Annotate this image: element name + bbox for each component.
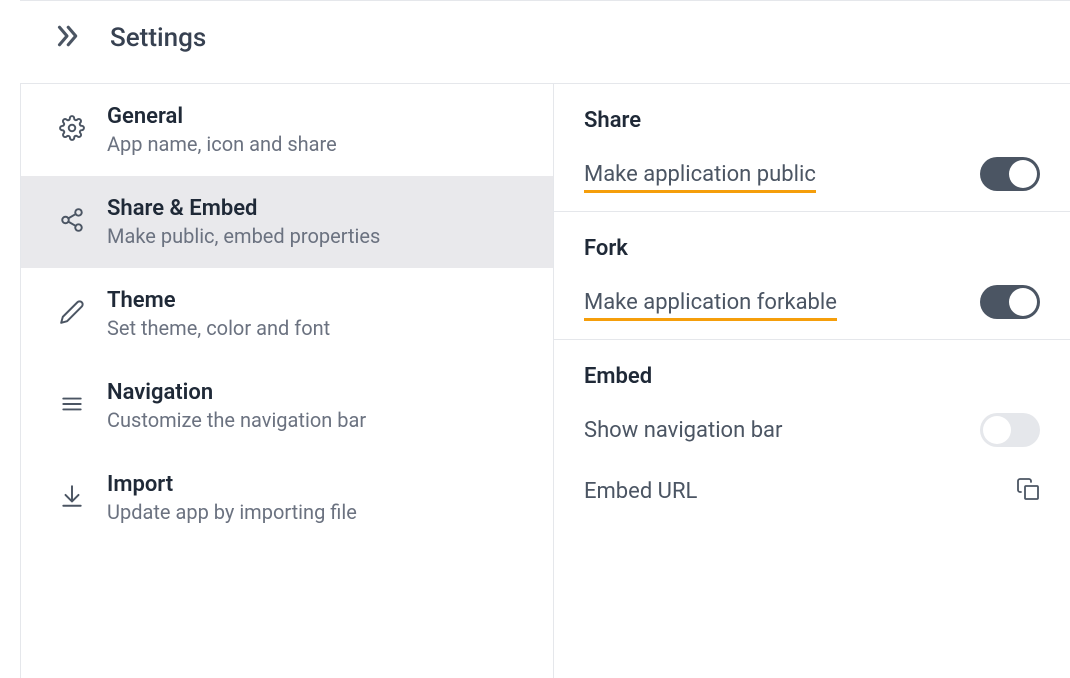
share-section: Share Make application public [554,84,1070,212]
make-forkable-label: Make application forkable [584,290,837,315]
embed-url-label: Embed URL [584,479,697,504]
sidebar-item-desc: Update app by importing file [107,500,357,524]
embed-section: Embed Show navigation bar Embed URL [554,340,1070,525]
collapse-icon[interactable] [52,21,82,55]
pencil-icon [59,299,85,329]
fork-section: Fork Make application forkable [554,212,1070,340]
sidebar-item-general[interactable]: General App name, icon and share [21,84,553,176]
embed-title: Embed [584,364,1040,389]
make-public-toggle[interactable] [980,157,1040,191]
sidebar-item-navigation[interactable]: Navigation Customize the navigation bar [21,360,553,452]
make-public-label: Make application public [584,162,816,187]
sidebar-item-label: Import [107,472,357,497]
sidebar-item-desc: Make public, embed properties [107,224,380,248]
sidebar-item-desc: Set theme, color and font [107,316,330,340]
show-nav-label: Show navigation bar [584,418,782,443]
gear-icon [59,115,85,145]
sidebar-item-label: Share & Embed [107,196,380,221]
sidebar-item-import[interactable]: Import Update app by importing file [21,452,553,544]
settings-detail: Share Make application public Fork Make … [554,84,1070,678]
show-nav-toggle[interactable] [980,413,1040,447]
sidebar-item-desc: App name, icon and share [107,132,337,156]
sidebar-item-theme[interactable]: Theme Set theme, color and font [21,268,553,360]
sidebar-item-desc: Customize the navigation bar [107,408,366,432]
settings-sidebar: General App name, icon and share Sha [21,84,554,678]
make-forkable-toggle[interactable] [980,285,1040,319]
download-icon [59,483,85,513]
share-icon [59,207,85,237]
settings-header: Settings [20,1,1070,84]
sidebar-item-share-embed[interactable]: Share & Embed Make public, embed propert… [21,176,553,268]
sidebar-item-label: General [107,104,337,129]
sidebar-item-label: Navigation [107,380,366,405]
menu-icon [59,391,85,421]
share-title: Share [584,108,1040,133]
fork-title: Fork [584,236,1040,261]
page-title: Settings [110,23,206,53]
sidebar-item-label: Theme [107,288,330,313]
copy-icon[interactable] [1016,477,1040,505]
